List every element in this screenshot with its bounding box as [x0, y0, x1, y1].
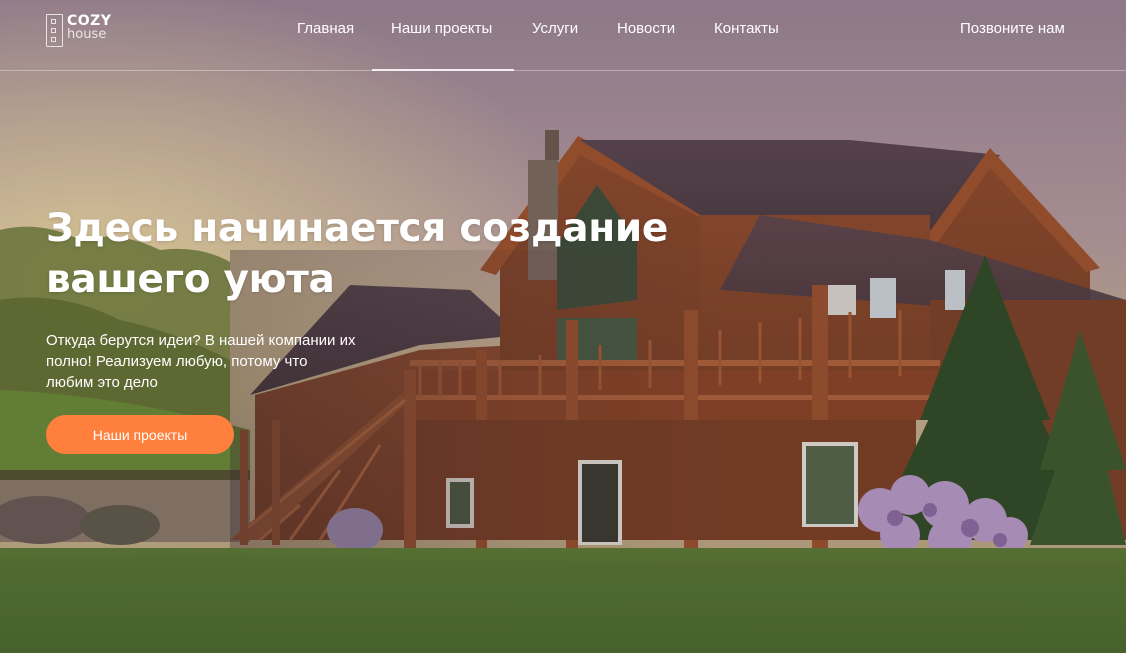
nav-item-contacts[interactable]: Контакты	[714, 20, 779, 37]
hero-description-line2: полно! Реализуем любую, потому что	[46, 353, 308, 370]
nav-item-home[interactable]: Главная	[297, 20, 354, 37]
site-header: COZY house Главная Наши проекты Услуги Н…	[0, 0, 1126, 71]
nav-item-news[interactable]: Новости	[617, 20, 675, 37]
nav-item-services[interactable]: Услуги	[532, 20, 578, 37]
hero-description-line1: Откуда берутся идеи? В нашей компании их	[46, 332, 356, 349]
call-us-link[interactable]: Позвоните нам	[960, 20, 1065, 37]
hero-description: Откуда берутся идеи? В нашей компании их…	[46, 330, 376, 393]
hero-title: Здесь начинается создание вашего уюта	[46, 203, 696, 305]
hero-title-line1: Здесь начинается создание	[46, 206, 669, 251]
hero-description-line3: любим это дело	[46, 374, 158, 391]
main-nav: Главная Наши проекты Услуги Новости Конт…	[0, 0, 1126, 71]
hero-title-line2: вашего уюта	[46, 257, 335, 302]
active-nav-indicator	[372, 69, 514, 71]
our-projects-button[interactable]: Наши проекты	[46, 415, 234, 454]
hero-background-photo	[0, 0, 1126, 653]
nav-item-projects[interactable]: Наши проекты	[391, 20, 492, 37]
